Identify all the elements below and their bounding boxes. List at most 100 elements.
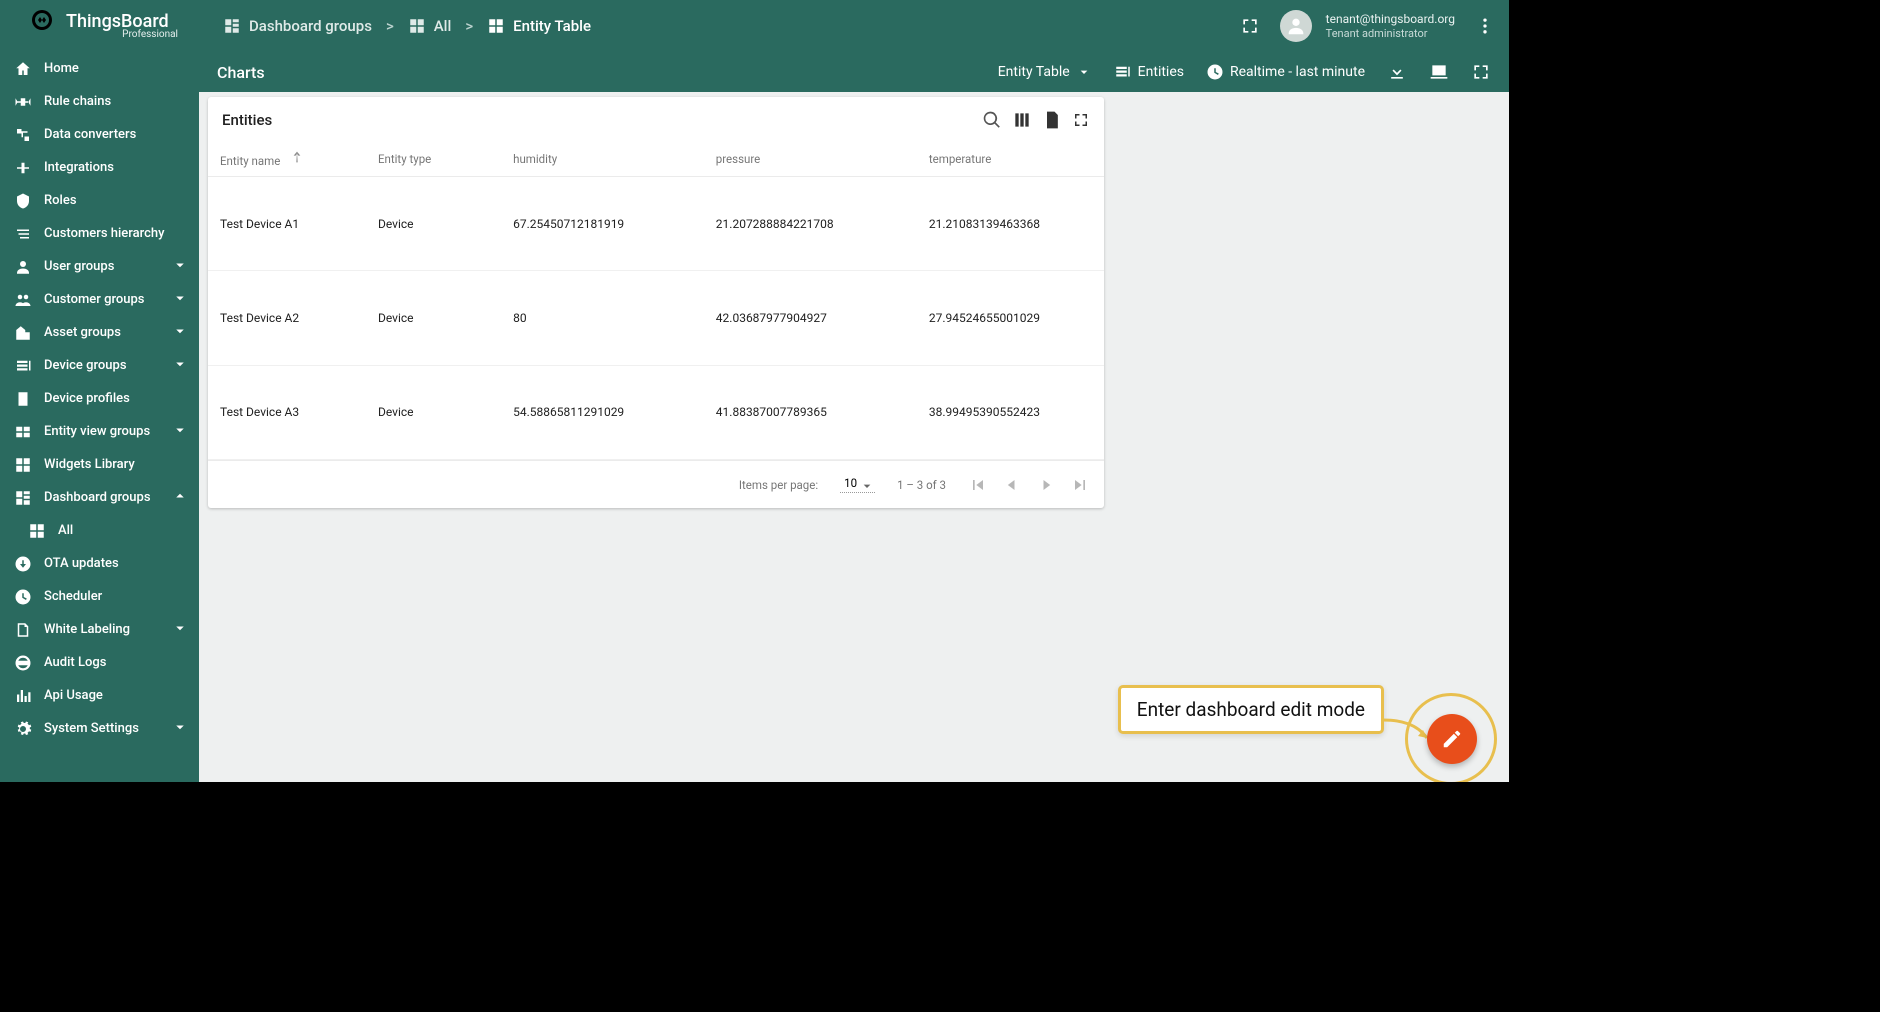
cell-temperature: 27.94524655001029 — [917, 271, 1104, 365]
system-settings-icon — [12, 720, 34, 738]
timewindow-label: Realtime - last minute — [1230, 64, 1365, 80]
data-converters-icon — [12, 126, 34, 144]
cell-humidity: 80 — [501, 271, 704, 365]
sidebar-item-customers-hierarchy[interactable]: Customers hierarchy — [0, 217, 199, 250]
cell-name: Test Device A1 — [208, 177, 366, 271]
customer-groups-icon — [12, 291, 34, 309]
page-range: 1 – 3 of 3 — [897, 478, 946, 492]
dashboard-groups-icon — [12, 489, 34, 507]
prev-page-icon[interactable] — [1002, 475, 1022, 495]
sidebar-item-home[interactable]: Home — [0, 52, 199, 85]
sidebar-nav: Home Rule chains Data converters Integratio… — [0, 52, 199, 782]
next-page-icon[interactable] — [1036, 475, 1056, 495]
sidebar-item-all[interactable]: All — [0, 514, 199, 547]
col-entity-name[interactable]: Entity name — [208, 143, 366, 177]
brand-edition: Professional — [66, 29, 178, 40]
table-row[interactable]: Test Device A1Device67.2545071218191921.… — [208, 177, 1104, 271]
sidebar-item-entity-view-groups[interactable]: Entity view groups — [0, 415, 199, 448]
sidebar-item-label: Dashboard groups — [44, 490, 151, 505]
cell-humidity: 54.58865811291029 — [501, 365, 704, 459]
widget-fullscreen-icon[interactable] — [1072, 111, 1090, 129]
expand-icon[interactable] — [1471, 62, 1491, 82]
sidebar-item-api-usage[interactable]: Api Usage — [0, 679, 199, 712]
sidebar-item-label: Audit Logs — [44, 655, 106, 670]
chevron-up-icon — [171, 487, 189, 509]
sidebar-item-rule-chains[interactable]: Rule chains — [0, 85, 199, 118]
sidebar-item-system-settings[interactable]: System Settings — [0, 712, 199, 745]
cell-humidity: 67.25450712181919 — [501, 177, 704, 271]
integrations-icon — [12, 159, 34, 177]
column-label: Entity type — [378, 152, 431, 166]
sidebar-item-label: Device groups — [44, 358, 127, 373]
columns-icon[interactable] — [1012, 110, 1032, 130]
user-block: tenant@thingsboard.org Tenant administra… — [1326, 12, 1455, 40]
export-data-icon[interactable] — [1042, 110, 1062, 130]
breadcrumb-entity-table[interactable]: Entity Table — [487, 17, 591, 35]
customers-hierarchy-icon — [12, 225, 34, 243]
sidebar-item-label: Entity view groups — [44, 424, 150, 439]
sidebar-item-user-groups[interactable]: User groups — [0, 250, 199, 283]
breadcrumb-label: All — [434, 17, 452, 35]
sidebar-item-device-groups[interactable]: Device groups — [0, 349, 199, 382]
breadcrumb-label: Dashboard groups — [249, 17, 372, 35]
app-root: ThingsBoard Professional HomeRule chains… — [0, 0, 1509, 782]
layout-select[interactable]: Entity Table — [998, 64, 1092, 80]
col-temperature[interactable]: temperature — [917, 143, 1104, 177]
sort-asc-icon — [289, 149, 305, 168]
column-label: pressure — [716, 152, 760, 166]
sidebar-item-integrations[interactable]: Integrations — [0, 151, 199, 184]
timewindow-button[interactable]: Realtime - last minute — [1206, 63, 1365, 81]
entities-button[interactable]: Entities — [1114, 63, 1184, 81]
sidebar-item-label: Rule chains — [44, 94, 111, 109]
page-size-select[interactable]: 10 — [840, 476, 875, 493]
sidebar-item-device-profiles[interactable]: Device profiles — [0, 382, 199, 415]
sidebar-item-asset-groups[interactable]: Asset groups — [0, 316, 199, 349]
cell-name: Test Device A3 — [208, 365, 366, 459]
avatar-icon[interactable] — [1280, 10, 1312, 42]
table-header-row: Entity name Entity type humidity pressur… — [208, 143, 1104, 177]
sidebar-item-label: Api Usage — [44, 688, 103, 703]
callout-enter-edit: Enter dashboard edit mode — [1118, 685, 1384, 734]
table-row[interactable]: Test Device A2Device8042.036879779049272… — [208, 271, 1104, 365]
dashboard-title: Charts — [217, 63, 265, 82]
breadcrumb-all[interactable]: All — [408, 17, 452, 35]
cell-temperature: 38.99495390552423 — [917, 365, 1104, 459]
kebab-menu-icon[interactable] — [1469, 10, 1501, 42]
widget-header: Entities — [208, 97, 1104, 143]
col-pressure[interactable]: pressure — [704, 143, 917, 177]
search-icon[interactable] — [982, 110, 1002, 130]
sidebar-item-label: Data converters — [44, 127, 136, 142]
sidebar-item-data-converters[interactable]: Data converters — [0, 118, 199, 151]
white-labeling-icon — [12, 621, 34, 639]
cell-pressure: 21.207288884221708 — [704, 177, 917, 271]
sidebar-item-ota-updates[interactable]: OTA updates — [0, 547, 199, 580]
home-icon — [12, 60, 34, 78]
rule-chains-icon — [12, 93, 34, 111]
edit-dashboard-fab[interactable] — [1427, 714, 1477, 764]
first-page-icon[interactable] — [968, 475, 988, 495]
column-label: humidity — [513, 152, 557, 166]
entity-view-groups-icon — [12, 423, 34, 441]
device-profiles-icon — [12, 390, 34, 408]
sidebar-item-label: Scheduler — [44, 589, 102, 604]
col-humidity[interactable]: humidity — [501, 143, 704, 177]
sidebar-item-scheduler[interactable]: Scheduler — [0, 580, 199, 613]
table-row[interactable]: Test Device A3Device54.5886581129102941.… — [208, 365, 1104, 459]
sidebar-item-roles[interactable]: Roles — [0, 184, 199, 217]
brand-logo-icon — [30, 8, 54, 36]
sidebar-item-dashboard-groups[interactable]: Dashboard groups — [0, 481, 199, 514]
fullscreen-icon[interactable] — [1234, 10, 1266, 42]
sidebar-item-label: Customer groups — [44, 292, 144, 307]
breadcrumb-label: Entity Table — [513, 17, 591, 35]
sidebar-item-audit-logs[interactable]: Audit Logs — [0, 646, 199, 679]
sidebar-item-widgets-library[interactable]: Widgets Library — [0, 448, 199, 481]
export-icon[interactable] — [1387, 62, 1407, 82]
widget-title: Entities — [222, 111, 272, 129]
sidebar-item-customer-groups[interactable]: Customer groups — [0, 283, 199, 316]
sidebar-item-white-labeling[interactable]: White Labeling — [0, 613, 199, 646]
breadcrumb-dashboard-groups[interactable]: Dashboard groups — [223, 17, 372, 35]
chevron-down-icon — [171, 619, 189, 641]
last-page-icon[interactable] — [1070, 475, 1090, 495]
edit-timewindow-icon[interactable] — [1429, 62, 1449, 82]
col-entity-type[interactable]: Entity type — [366, 143, 501, 177]
